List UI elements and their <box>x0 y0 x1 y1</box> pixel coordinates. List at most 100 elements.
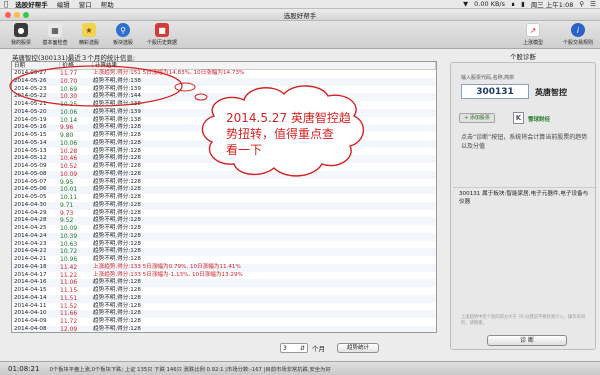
cell-result: 趋势不明,得分:128 <box>93 132 141 138</box>
status-time: 01:08:21 <box>8 364 40 373</box>
cell-price: 10.09 <box>60 225 78 232</box>
toolbar-my-stocks[interactable]: ● 我的股票 <box>4 23 38 46</box>
stats-table[interactable]: 日期 价格 计算结果 2014-05-27 11.77 上涨趋势,得分:151 5日… <box>11 61 437 333</box>
minimize-icon[interactable] <box>14 12 20 18</box>
add-stock-button[interactable]: + 添加股票 <box>459 113 495 123</box>
table-row[interactable]: 2014-05-21 10.25 趋势不明,得分:138 <box>12 101 436 109</box>
table-row[interactable]: 2014-04-17 11.22 上涨趋势,得分:133 5日涨幅为-1.13%, … <box>12 272 436 280</box>
cell-result: 趋势不明,得分:128 <box>93 170 141 177</box>
cell-date: 2014-05-12 <box>14 155 47 162</box>
k-line-icon[interactable]: K <box>513 112 524 124</box>
table-row[interactable]: 2014-05-19 10.14 趋势不明,得分:138 <box>12 117 436 125</box>
table-row[interactable]: 2014-04-28 9.52 趋势不明,得分:128 <box>12 217 436 225</box>
table-body: 2014-05-27 11.77 上涨趋势,得分:151 5日涨幅为14.83%, … <box>12 70 436 332</box>
table-row[interactable]: 2014-05-05 10.11 趋势不明,得分:128 <box>12 194 436 202</box>
cell-price: 11.77 <box>60 70 78 77</box>
table-row[interactable]: 2014-04-23 10.63 趋势不明,得分:128 <box>12 241 436 249</box>
toolbar-history[interactable]: ■ 个股历史数据 <box>142 23 182 46</box>
table-row[interactable]: 2014-05-13 10.28 趋势不明,得分:128 <box>12 148 436 156</box>
table-row[interactable]: 2014-05-26 10.70 趋势不明,得分:138 <box>12 77 436 86</box>
cell-result: 趋势不明,得分:128 <box>93 232 141 239</box>
table-row[interactable]: 2014-04-30 9.71 趋势不明,得分:128 <box>12 201 436 210</box>
cell-date: 2014-04-22 <box>14 248 47 255</box>
search-icon[interactable]: ⚲ <box>579 0 584 8</box>
cell-result: 趋势不明,得分:128 <box>93 163 141 169</box>
table-row[interactable]: 2014-05-14 10.06 趋势不明,得分:128 <box>12 139 436 148</box>
table-row[interactable]: 2014-04-22 10.72 趋势不明,得分:128 <box>12 248 436 256</box>
stepper-icon: ⇵ <box>299 344 305 352</box>
toolbar-picks[interactable]: ★ 精彩选股 <box>72 23 106 46</box>
close-icon[interactable] <box>5 12 11 18</box>
cell-date: 2014-05-08 <box>14 170 47 177</box>
cell-price: 10.69 <box>60 85 78 93</box>
toolbar-fundamentals[interactable]: ▦ 基本面检查 <box>38 23 72 46</box>
wifi-icon[interactable]: ∎ <box>511 0 515 8</box>
table-row[interactable]: 2014-04-11 11.52 趋势不明,得分:128 <box>12 303 436 311</box>
table-row[interactable]: 2014-05-15 9.80 趋势不明,得分:128 <box>12 132 436 140</box>
cell-date: 2014-04-14 <box>14 294 47 301</box>
diagnose-button[interactable]: 诊 断 <box>487 335 567 346</box>
toolbar: ● 我的股票 ▦ 基本面检查 ★ 精彩选股 ⚲ 板块选股 ■ 个股历史数据 ↗ … <box>0 21 600 49</box>
cell-result: 趋势不明,得分:128 <box>93 194 141 200</box>
cell-price: 11.52 <box>60 302 78 310</box>
table-row[interactable]: 2014-05-27 11.77 上涨趋势,得分:151 5日涨幅为14.83%, … <box>12 70 436 78</box>
menu-window[interactable]: 窗口 <box>79 0 92 9</box>
cell-result: 趋势不明,得分:138 <box>93 116 141 123</box>
battery-icon[interactable]: ▮ <box>521 0 525 8</box>
cell-price: 9.96 <box>60 124 74 132</box>
snowball-link[interactable]: 雪球财经 <box>528 115 550 123</box>
diagnosis-box: 输入股票代码,名称,简拼 300131 英唐智控 + 添加股票 K 雪球财经 点… <box>450 62 597 350</box>
table-row[interactable]: 2014-05-20 10.06 趋势不明,得分:139 <box>12 108 436 117</box>
table-row[interactable]: 2014-04-10 11.66 趋势不明,得分:128 <box>12 310 436 318</box>
stock-code-input[interactable]: 300131 <box>461 84 529 99</box>
table-row[interactable]: 2014-04-29 9.73 趋势不明,得分:128 <box>12 210 436 218</box>
table-row[interactable]: 2014-05-07 9.95 趋势不明,得分:128 <box>12 179 436 187</box>
toolbar-label: 基本面检查 <box>42 40 68 46</box>
trophy-icon: ★ <box>82 23 96 37</box>
table-row[interactable]: 2014-04-14 11.51 趋势不明,得分:128 <box>12 294 436 303</box>
cell-result: 趋势不明,得分:128 <box>93 294 141 301</box>
table-row[interactable]: 2014-04-15 11.15 趋势不明,得分:128 <box>12 287 436 295</box>
table-row[interactable]: 2014-04-09 11.72 趋势不明,得分:128 <box>12 318 436 326</box>
table-row[interactable]: 2014-04-08 12.09 趋势不明,得分:128 <box>12 325 436 332</box>
table-row[interactable]: 2014-04-25 10.09 趋势不明,得分:128 <box>12 225 436 233</box>
table-row[interactable]: 2014-05-12 10.46 趋势不明,得分:128 <box>12 155 436 163</box>
cell-price: 11.72 <box>60 318 78 325</box>
cell-price: 10.30 <box>60 93 78 101</box>
toolbar-rules[interactable]: i 个股交易规则 <box>558 23 598 46</box>
toolbar-sector-picks[interactable]: ⚲ 板块选股 <box>106 23 140 46</box>
trend-stats-button[interactable]: 趋势统计 <box>337 343 380 353</box>
menu-clock[interactable]: 周三 上午1:08 <box>531 0 574 9</box>
zoom-icon[interactable] <box>23 12 29 18</box>
cell-result: 趋势不明,得分:138 <box>93 77 141 84</box>
col-date[interactable]: 日期 <box>12 62 60 69</box>
table-row[interactable]: 2014-05-06 10.01 趋势不明,得分:128 <box>12 186 436 194</box>
table-row[interactable]: 2014-04-18 11.42 上涨趋势,得分:133 5日涨幅为0.79%, 1… <box>12 263 436 272</box>
cell-price: 11.66 <box>60 310 78 318</box>
apple-icon[interactable]:  <box>4 0 8 8</box>
table-row[interactable]: 2014-05-09 10.52 趋势不明,得分:128 <box>12 163 436 171</box>
menu-help[interactable]: 帮助 <box>101 0 114 9</box>
col-price[interactable]: 价格 <box>60 62 93 69</box>
cell-date: 2014-05-06 <box>14 186 47 193</box>
cell-price: 10.70 <box>60 77 78 85</box>
title-bar: 选股好帮手 <box>0 9 600 21</box>
period-select[interactable]: 3 ⇵ <box>280 343 308 353</box>
cell-price: 10.09 <box>60 170 78 178</box>
table-row[interactable]: 2014-04-21 10.96 趋势不明,得分:128 <box>12 256 436 264</box>
toolbar-rise-model[interactable]: ↗ 上涨模型 <box>516 23 550 46</box>
table-row[interactable]: 2014-04-24 10.39 趋势不明,得分:128 <box>12 232 436 241</box>
menu-edit[interactable]: 编辑 <box>57 0 70 9</box>
table-row[interactable]: 2014-05-16 9.96 趋势不明,得分:128 <box>12 124 436 132</box>
cell-price: 9.52 <box>60 217 74 225</box>
table-row[interactable]: 2014-05-22 10.30 趋势不明,得分:144 <box>12 93 436 101</box>
cell-result: 趋势不明,得分:128 <box>93 201 141 208</box>
table-row[interactable]: 2014-05-23 10.69 趋势不明,得分:139 <box>12 86 436 94</box>
col-result[interactable]: 计算结果 <box>93 62 436 69</box>
table-row[interactable]: 2014-05-08 10.09 趋势不明,得分:128 <box>12 170 436 179</box>
cell-result: 趋势不明,得分:128 <box>93 209 141 216</box>
table-row[interactable]: 2014-04-16 11.06 趋势不明,得分:128 <box>12 279 436 287</box>
cell-price: 10.06 <box>60 108 78 116</box>
menu-app-name[interactable]: 选股好帮手 <box>15 0 48 9</box>
list-icon[interactable]: ☰ <box>590 0 596 8</box>
